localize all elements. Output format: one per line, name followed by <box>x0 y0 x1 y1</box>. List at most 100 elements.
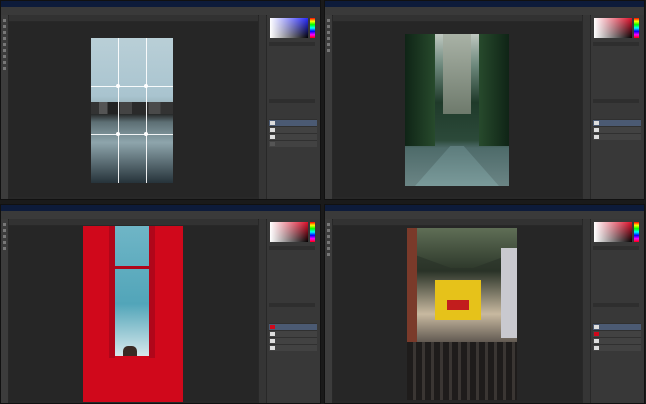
right-trees <box>479 34 509 146</box>
hand-tool-icon[interactable] <box>3 61 6 64</box>
right-building <box>501 248 517 338</box>
transform-handle[interactable] <box>116 84 120 88</box>
document-tab-bar[interactable] <box>9 219 258 225</box>
move-tool-icon[interactable] <box>327 223 330 226</box>
layer-row[interactable] <box>593 344 641 351</box>
marquee-tool-icon[interactable] <box>327 25 330 28</box>
layer-row[interactable] <box>269 330 317 337</box>
grid-line-vertical <box>118 38 119 183</box>
marquee-tool-icon[interactable] <box>327 229 330 232</box>
layer-row[interactable] <box>593 126 641 133</box>
collapsed-panel-strip[interactable] <box>583 219 590 403</box>
color-picker[interactable] <box>270 222 308 242</box>
lasso-tool-icon[interactable] <box>327 235 330 238</box>
person-silhouette <box>123 346 137 356</box>
move-tool-icon[interactable] <box>3 223 6 226</box>
layer-thumbnail <box>270 332 275 336</box>
layer-thumbnail <box>270 128 275 132</box>
move-tool-icon[interactable] <box>327 19 330 22</box>
layer-thumbnail <box>270 121 275 125</box>
transform-handle[interactable] <box>116 132 120 136</box>
properties-panel-tab[interactable] <box>269 42 315 46</box>
hue-slider[interactable] <box>634 18 639 38</box>
screen-grid <box>0 0 646 404</box>
tools-panel <box>1 219 8 403</box>
document-tab-bar[interactable] <box>333 219 582 225</box>
layers-panel-tab[interactable] <box>269 99 315 103</box>
brush-tool-icon[interactable] <box>327 43 330 46</box>
hue-slider[interactable] <box>634 222 639 242</box>
document-tab-bar[interactable] <box>9 15 258 21</box>
eraser-tool-icon[interactable] <box>327 49 330 52</box>
canvas-area[interactable] <box>9 226 258 402</box>
crop-tool-icon[interactable] <box>3 37 6 40</box>
brush-tool-icon[interactable] <box>3 43 6 46</box>
color-picker[interactable] <box>594 222 632 242</box>
layer-row[interactable] <box>269 133 317 140</box>
layers-panel-tab[interactable] <box>593 99 639 103</box>
layer-row[interactable] <box>269 119 317 126</box>
layer-thumbnail <box>270 142 275 146</box>
layers-panel-tab[interactable] <box>593 303 639 307</box>
crop-tool-icon[interactable] <box>3 241 6 244</box>
city-skyline-photo[interactable] <box>91 38 173 183</box>
marquee-tool-icon[interactable] <box>3 229 6 232</box>
hue-slider[interactable] <box>310 18 315 38</box>
city-street-photo[interactable] <box>407 228 517 400</box>
photoshop-window-4 <box>324 204 645 404</box>
layer-thumbnail <box>594 346 599 350</box>
canvas-area[interactable] <box>333 226 582 401</box>
layer-row[interactable] <box>269 344 317 351</box>
lasso-tool-icon[interactable] <box>327 31 330 34</box>
layer-row[interactable] <box>269 140 317 147</box>
layer-row[interactable] <box>269 323 317 330</box>
layer-row[interactable] <box>269 126 317 133</box>
window-frame-right <box>149 226 155 358</box>
layer-thumbnail <box>594 128 599 132</box>
layer-thumbnail <box>594 332 599 336</box>
hue-slider[interactable] <box>310 222 315 242</box>
transform-handle[interactable] <box>144 132 148 136</box>
right-panels <box>267 15 320 199</box>
forest-road-photo[interactable] <box>405 34 509 186</box>
collapsed-panel-strip[interactable] <box>583 15 590 199</box>
mountain <box>443 34 471 114</box>
window-sky <box>114 226 150 356</box>
crop-tool-icon[interactable] <box>327 241 330 244</box>
text-tool-icon[interactable] <box>3 55 6 58</box>
properties-panel-tab[interactable] <box>593 42 639 46</box>
properties-panel-tab[interactable] <box>593 246 639 250</box>
canvas-area[interactable] <box>333 22 582 197</box>
document-tab-bar[interactable] <box>333 15 582 21</box>
brush-tool-icon[interactable] <box>3 247 6 250</box>
layers-panel-tab[interactable] <box>269 303 315 307</box>
layer-row[interactable] <box>593 330 641 337</box>
lasso-tool-icon[interactable] <box>3 31 6 34</box>
eraser-tool-icon[interactable] <box>3 49 6 52</box>
layer-row[interactable] <box>593 133 641 140</box>
brush-tool-icon[interactable] <box>327 247 330 250</box>
color-picker[interactable] <box>594 18 632 38</box>
tools-panel <box>1 15 8 199</box>
color-picker[interactable] <box>270 18 308 38</box>
layer-row[interactable] <box>593 323 641 330</box>
photoshop-window-3 <box>0 204 321 404</box>
layer-row[interactable] <box>593 337 641 344</box>
red-window-photo[interactable] <box>83 226 183 402</box>
eraser-tool-icon[interactable] <box>327 253 330 256</box>
crop-tool-icon[interactable] <box>327 37 330 40</box>
zoom-tool-icon[interactable] <box>3 67 6 70</box>
transform-handle[interactable] <box>144 84 148 88</box>
canvas-area[interactable] <box>9 22 258 197</box>
layer-thumbnail <box>270 325 275 329</box>
move-tool-icon[interactable] <box>3 19 6 22</box>
layer-row[interactable] <box>269 337 317 344</box>
marquee-tool-icon[interactable] <box>3 25 6 28</box>
collapsed-panel-strip[interactable] <box>259 219 266 403</box>
lasso-tool-icon[interactable] <box>3 235 6 238</box>
properties-panel-tab[interactable] <box>269 246 315 250</box>
layer-thumbnail <box>594 325 599 329</box>
layer-row[interactable] <box>593 119 641 126</box>
layer-thumbnail <box>270 346 275 350</box>
collapsed-panel-strip[interactable] <box>259 15 266 199</box>
